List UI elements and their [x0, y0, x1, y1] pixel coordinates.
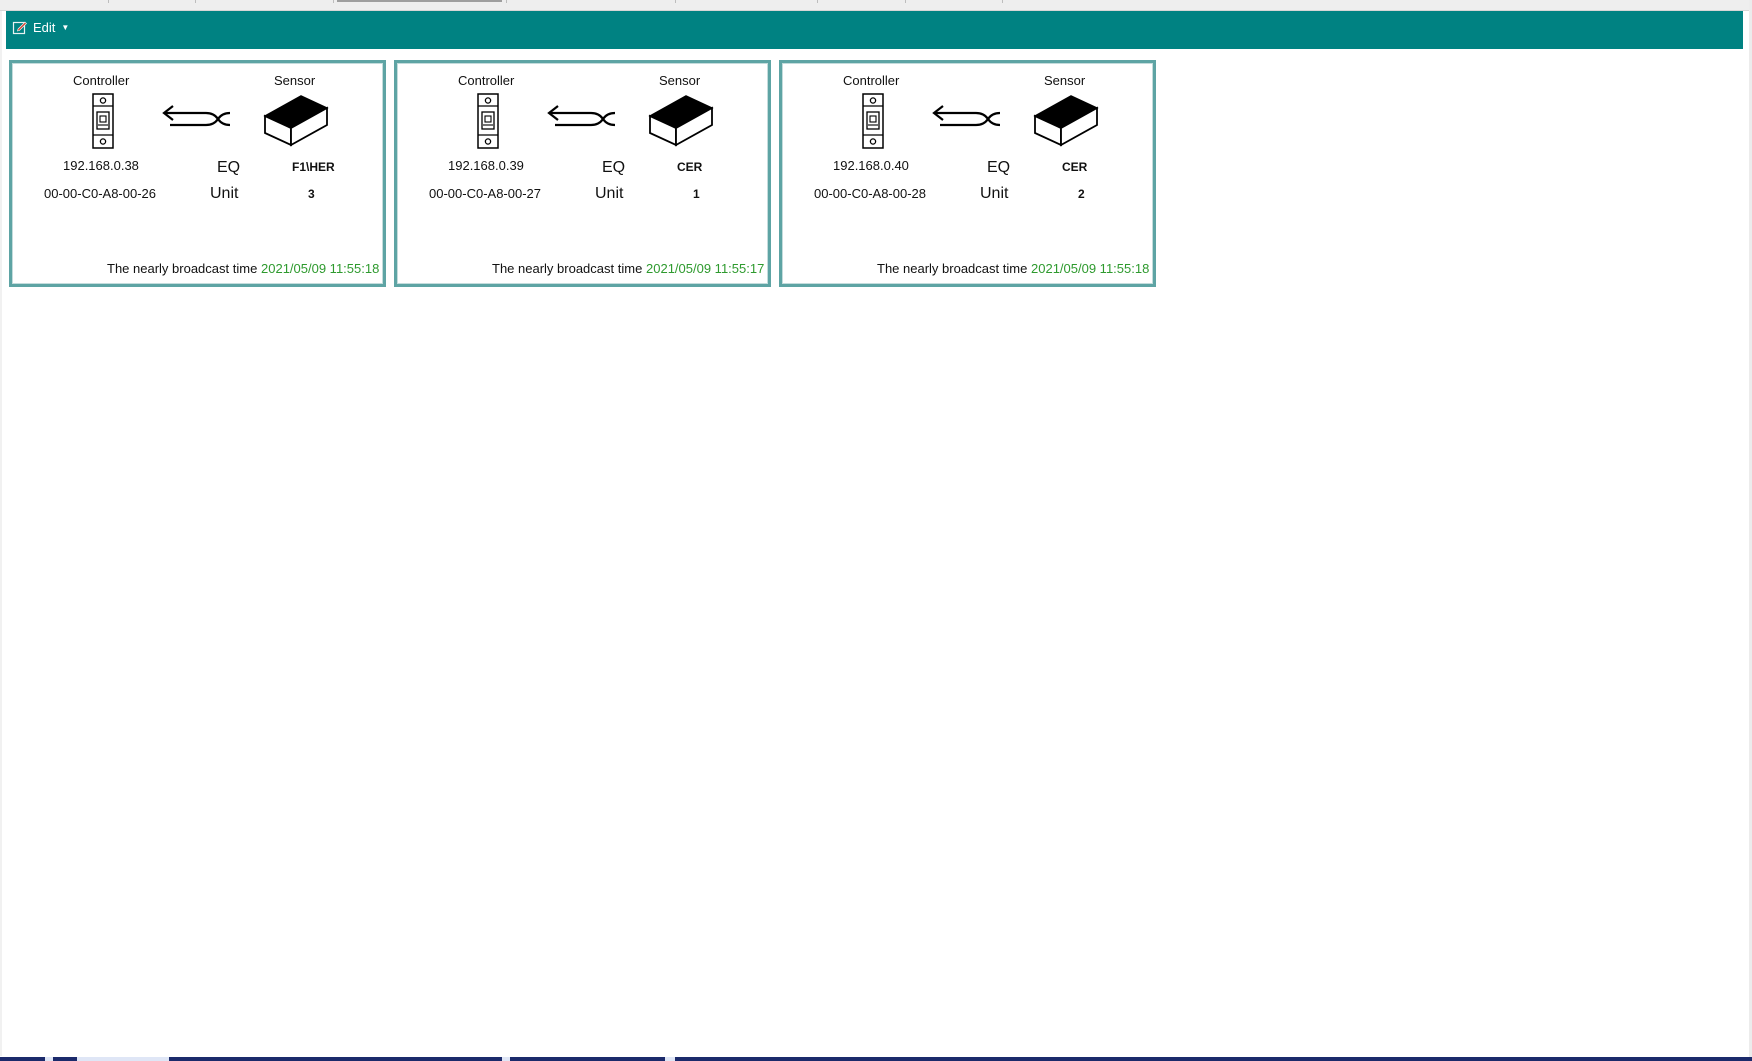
- sensor-box-icon: [263, 93, 329, 154]
- toolbar: Edit ▼: [6, 11, 1743, 49]
- sensor-label: Sensor: [1044, 73, 1086, 88]
- controller-mac: 00-00-C0-A8-00-28: [814, 186, 927, 201]
- controller-label: Controller: [73, 73, 130, 88]
- edit-icon: [12, 19, 28, 35]
- edit-menu-label: Edit: [33, 19, 56, 35]
- eq-label: EQ: [987, 159, 1011, 176]
- chevron-down-icon: ▼: [61, 22, 70, 32]
- controller-device-icon: [91, 93, 115, 154]
- taskbar-active-app[interactable]: [77, 1057, 169, 1061]
- controller-ip: 192.168.0.40: [833, 158, 909, 173]
- tab-separator: [905, 0, 906, 3]
- tab-separator: [195, 0, 196, 3]
- tab-separator: [333, 0, 334, 3]
- eq-value: CER: [677, 160, 703, 174]
- controller-label: Controller: [843, 73, 900, 88]
- taskbar-app-icon[interactable]: [665, 1057, 675, 1061]
- broadcast-time-value: 2021/05/09 11:55:17: [646, 261, 765, 276]
- eq-value: CER: [1062, 160, 1088, 174]
- edit-menu-button[interactable]: Edit ▼: [12, 15, 69, 39]
- controller-mac: 00-00-C0-A8-00-27: [429, 186, 542, 201]
- signal-arrow-icon: [547, 105, 617, 134]
- tab-separator: [675, 0, 676, 3]
- sensor-box-icon: [1033, 93, 1099, 154]
- sensor-box-icon: [648, 93, 714, 154]
- controller-mac: 00-00-C0-A8-00-26: [44, 186, 157, 201]
- broadcast-time-label: The nearly broadcast time: [492, 261, 643, 276]
- window-tab-strip: [0, 0, 1752, 11]
- controller-ip: 192.168.0.39: [448, 158, 524, 173]
- broadcast-time-label: The nearly broadcast time: [877, 261, 1028, 276]
- active-tab-indicator: [337, 0, 502, 2]
- unit-value: 2: [1078, 187, 1085, 201]
- controller-ip: 192.168.0.38: [63, 158, 139, 173]
- controller-device-icon: [476, 93, 500, 154]
- device-card[interactable]: Controller Sensor 192.168.0.40 00-00-C0-A8-…: [779, 60, 1156, 287]
- taskbar: [0, 1057, 1752, 1061]
- tab-separator: [817, 0, 818, 3]
- unit-label: Unit: [595, 185, 624, 202]
- window-left-border: [0, 11, 2, 1056]
- taskbar-start-icon[interactable]: [45, 1057, 53, 1061]
- sensor-label: Sensor: [274, 73, 316, 88]
- controller-device-icon: [861, 93, 885, 154]
- signal-arrow-icon: [162, 105, 232, 134]
- tab-separator: [506, 0, 507, 3]
- unit-label: Unit: [980, 185, 1009, 202]
- unit-value: 1: [693, 187, 700, 201]
- broadcast-time-value: 2021/05/09 11:55:18: [1031, 261, 1150, 276]
- taskbar-app-icon[interactable]: [502, 1057, 510, 1061]
- tab-separator: [1002, 0, 1003, 3]
- eq-label: EQ: [602, 159, 626, 176]
- eq-label: EQ: [217, 159, 241, 176]
- broadcast-time-label: The nearly broadcast time: [107, 261, 258, 276]
- tab-separator: [108, 0, 109, 3]
- sensor-label: Sensor: [659, 73, 701, 88]
- controller-label: Controller: [458, 73, 515, 88]
- unit-label: Unit: [210, 185, 239, 202]
- device-card[interactable]: Controller Sensor 192.168.0.39 00-00-C0-A8-…: [394, 60, 771, 287]
- eq-value: F1\HER: [292, 160, 335, 174]
- broadcast-time-value: 2021/05/09 11:55:18: [261, 261, 380, 276]
- unit-value: 3: [308, 187, 315, 201]
- device-card[interactable]: Controller Sensor 192.168.0.38 00-00-C0-A8-…: [9, 60, 386, 287]
- signal-arrow-icon: [932, 105, 1002, 134]
